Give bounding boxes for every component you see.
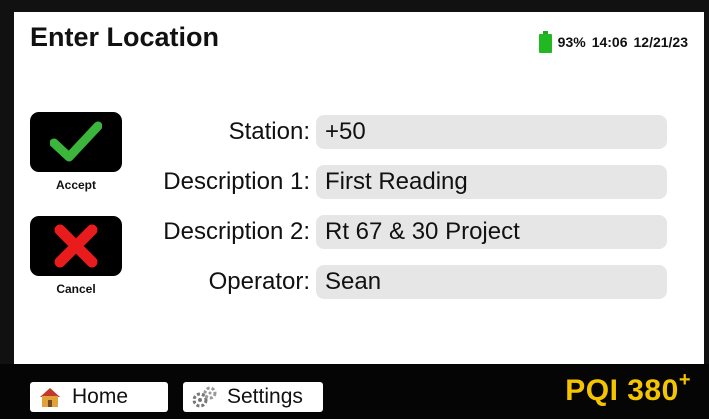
checkmark-icon bbox=[50, 121, 102, 162]
settings-label: Settings bbox=[227, 385, 303, 408]
clock-time: 14:06 bbox=[591, 34, 628, 50]
cancel-label: Cancel bbox=[56, 282, 96, 296]
description-2-input[interactable]: Rt 67 & 30 Project bbox=[316, 215, 667, 249]
description-2-label: Description 2: bbox=[163, 218, 310, 245]
bottom-bar: Home Settings PQI 380+ bbox=[0, 364, 709, 419]
field-row-description-1: Description 1: First Reading bbox=[114, 164, 667, 200]
brand-name: PQI 380 bbox=[565, 374, 679, 407]
operator-input[interactable]: Sean bbox=[316, 265, 667, 299]
operator-label: Operator: bbox=[208, 268, 310, 295]
accept-button[interactable]: Accept bbox=[30, 112, 122, 192]
description-1-label: Description 1: bbox=[163, 168, 310, 195]
page-title: Enter Location bbox=[30, 22, 220, 52]
battery-icon bbox=[538, 31, 552, 53]
settings-button[interactable]: Settings bbox=[183, 382, 323, 412]
brand-suffix: + bbox=[678, 369, 691, 391]
home-icon bbox=[40, 388, 60, 407]
x-icon bbox=[54, 224, 98, 268]
cancel-tile[interactable] bbox=[30, 216, 122, 276]
description-1-input[interactable]: First Reading bbox=[316, 165, 667, 199]
station-input[interactable]: +50 bbox=[316, 115, 667, 149]
brand-logo: PQI 380+ bbox=[565, 369, 691, 408]
status-bar: 93% 14:06 12/21/23 bbox=[538, 31, 689, 53]
battery-percent: 93% bbox=[557, 34, 586, 50]
gears-icon bbox=[192, 386, 217, 408]
cancel-button[interactable]: Cancel bbox=[30, 216, 122, 296]
home-button[interactable]: Home bbox=[30, 382, 168, 412]
home-label: Home bbox=[72, 385, 129, 408]
field-row-operator: Operator: Sean bbox=[114, 264, 667, 300]
field-row-description-2: Description 2: Rt 67 & 30 Project bbox=[114, 214, 667, 250]
station-label: Station: bbox=[228, 118, 310, 145]
accept-tile[interactable] bbox=[30, 112, 122, 172]
accept-label: Accept bbox=[55, 178, 96, 192]
clock-date: 12/21/23 bbox=[633, 34, 689, 50]
field-row-station: Station: +50 bbox=[114, 114, 667, 150]
main-screen: Enter Location 93% 14:06 12/21/23 Accept… bbox=[14, 12, 704, 364]
